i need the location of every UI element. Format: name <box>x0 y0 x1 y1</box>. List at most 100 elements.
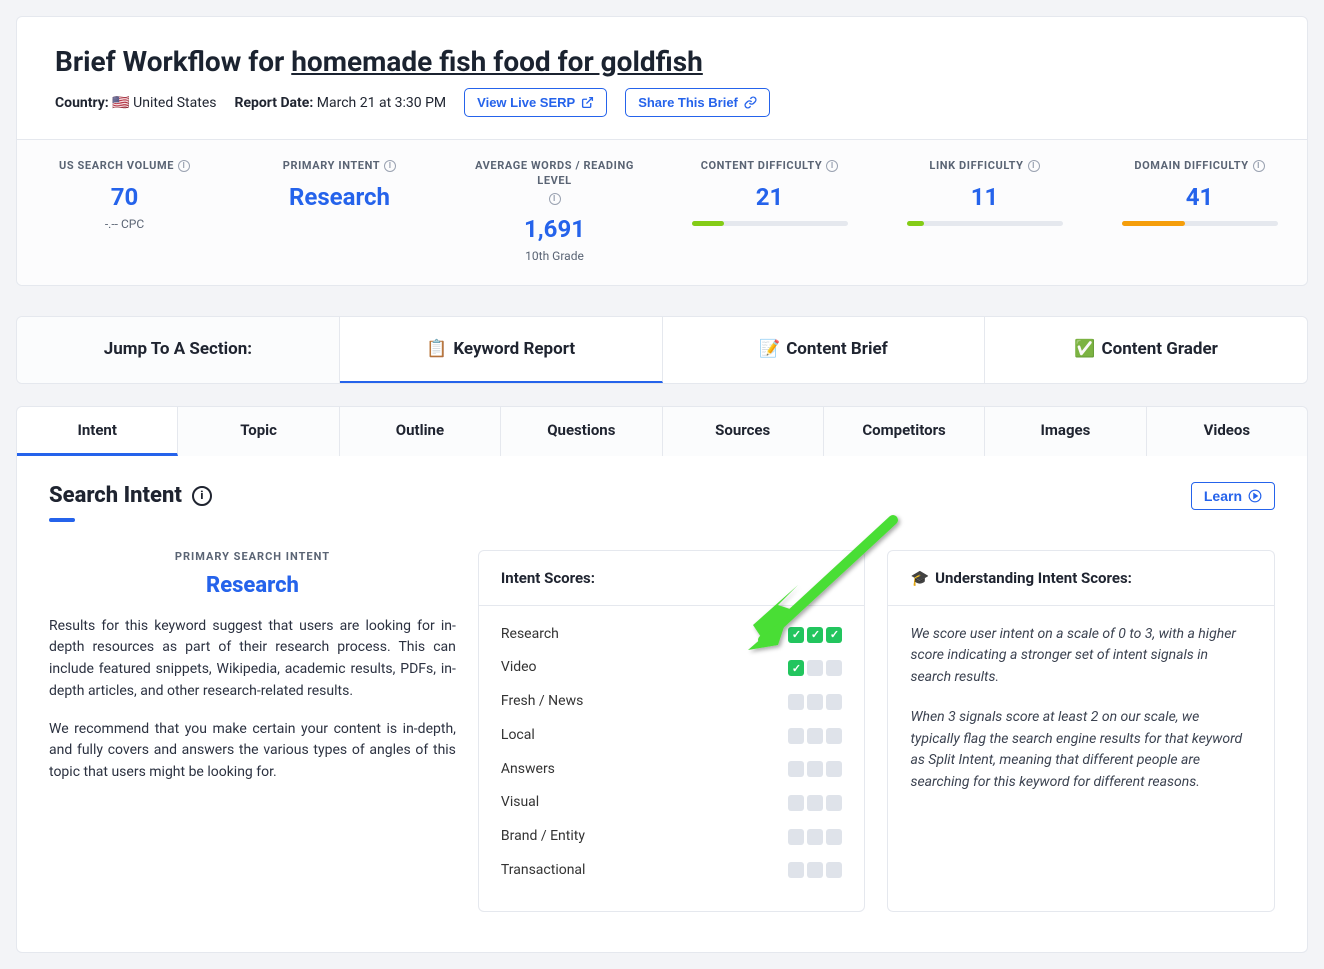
intent-score-name: Brand / Entity <box>501 826 585 848</box>
stat-label: US SEARCH VOLUME i <box>27 158 222 173</box>
title-keyword: homemade fish food for goldfish <box>291 45 703 78</box>
info-icon[interactable]: i <box>549 193 561 205</box>
difficulty-bar <box>1122 221 1278 226</box>
intent-score-row: Visual <box>501 792 843 814</box>
sub-tabs: IntentTopicOutlineQuestionsSourcesCompet… <box>16 406 1308 456</box>
country-label: Country: <box>55 95 109 111</box>
intent-scores-panel: Intent Scores: Research Video Fresh / News… <box>478 550 866 913</box>
score-box <box>826 862 842 878</box>
stat-value: 21 <box>672 183 867 211</box>
info-icon[interactable]: i <box>192 486 212 506</box>
jump-tab[interactable]: 📋Keyword Report <box>340 317 663 383</box>
difficulty-bar <box>692 221 848 226</box>
score-box <box>826 627 842 643</box>
intent-score-row: Video <box>501 657 843 679</box>
sub-tab[interactable]: Intent <box>17 407 178 456</box>
intent-score-row: Fresh / News <box>501 691 843 713</box>
score-boxes <box>788 627 842 643</box>
title-prefix: Brief Workflow for <box>55 45 291 78</box>
report-date-value: March 21 at 3:30 PM <box>317 95 446 111</box>
score-box <box>807 795 823 811</box>
jump-tab[interactable]: 📝Content Brief <box>663 317 986 383</box>
score-box <box>788 795 804 811</box>
intent-score-row: Transactional <box>501 860 843 882</box>
view-live-serp-button[interactable]: View Live SERP <box>464 88 607 117</box>
country-name: United States <box>133 95 216 111</box>
info-icon[interactable]: i <box>1253 160 1265 172</box>
learn-button[interactable]: Learn <box>1191 482 1275 510</box>
score-boxes <box>788 862 842 878</box>
jump-to-section: Jump To A Section:📋Keyword Report📝Conten… <box>16 316 1308 384</box>
sub-tab[interactable]: Topic <box>178 407 339 456</box>
stats-row: US SEARCH VOLUME i 70 -.-- CPC PRIMARY I… <box>17 139 1307 285</box>
stat-value: 41 <box>1102 183 1297 211</box>
search-intent-heading-text: Search Intent <box>49 483 182 508</box>
score-box <box>788 761 804 777</box>
content-area: Search Intent i Learn PRIMARY SEARCH INT… <box>17 456 1307 953</box>
sub-tab[interactable]: Images <box>985 407 1146 456</box>
score-box <box>807 660 823 676</box>
intent-score-row: Research <box>501 624 843 646</box>
jump-tab[interactable]: ✅Content Grader <box>985 317 1307 383</box>
tab-emoji-icon: 📝 <box>759 339 780 359</box>
score-box <box>826 694 842 710</box>
sub-tab[interactable]: Questions <box>501 407 662 456</box>
intent-score-row: Local <box>501 725 843 747</box>
score-boxes <box>788 829 842 845</box>
stat-value: Research <box>242 183 437 211</box>
info-icon[interactable]: i <box>384 160 396 172</box>
intent-score-name: Fresh / News <box>501 691 583 713</box>
score-box <box>807 862 823 878</box>
share-brief-button[interactable]: Share This Brief <box>625 88 770 117</box>
stat-value: 1,691 <box>457 215 652 243</box>
learn-button-label: Learn <box>1204 488 1242 504</box>
intent-score-name: Visual <box>501 792 539 814</box>
understanding-panel: 🎓 Understanding Intent Scores: We score … <box>887 550 1275 913</box>
score-box <box>807 761 823 777</box>
score-box <box>788 694 804 710</box>
sub-tab[interactable]: Competitors <box>824 407 985 456</box>
external-link-icon <box>581 96 594 109</box>
info-icon[interactable]: i <box>1028 160 1040 172</box>
score-box <box>807 829 823 845</box>
intent-scores-body: Research Video Fresh / News Local Answers Vis… <box>479 606 865 912</box>
meta-row: Country: 🇺🇸 United States Report Date: M… <box>55 88 1269 117</box>
intent-score-row: Answers <box>501 759 843 781</box>
stat-label: CONTENT DIFFICULTY i <box>672 158 867 173</box>
stat-value: 70 <box>27 183 222 211</box>
sub-tab[interactable]: Outline <box>340 407 501 456</box>
intent-score-row: Brand / Entity <box>501 826 843 848</box>
sub-tab[interactable]: Videos <box>1147 407 1307 456</box>
tab-emoji-icon: 📋 <box>426 339 447 359</box>
score-box <box>826 660 842 676</box>
stat-cell: DOMAIN DIFFICULTY i 41 <box>1092 140 1307 285</box>
stat-cell: CONTENT DIFFICULTY i 21 <box>662 140 877 285</box>
score-box <box>826 728 842 744</box>
intent-score-name: Video <box>501 657 537 679</box>
primary-intent-column: PRIMARY SEARCH INTENT Research Results f… <box>49 550 456 913</box>
intent-score-name: Answers <box>501 759 555 781</box>
stat-label: LINK DIFFICULTY i <box>887 158 1082 173</box>
intent-score-name: Local <box>501 725 535 747</box>
share-brief-label: Share This Brief <box>638 95 738 110</box>
difficulty-bar <box>907 221 1063 226</box>
score-boxes <box>788 795 842 811</box>
understanding-title: 🎓 Understanding Intent Scores: <box>888 551 1274 606</box>
score-box <box>826 761 842 777</box>
stat-label: DOMAIN DIFFICULTY i <box>1102 158 1297 173</box>
us-flag-icon: 🇺🇸 <box>112 95 129 111</box>
info-icon[interactable]: i <box>826 160 838 172</box>
page-title: Brief Workflow for homemade fish food fo… <box>55 45 1269 78</box>
stat-cell: US SEARCH VOLUME i 70 -.-- CPC <box>17 140 232 285</box>
info-icon[interactable]: i <box>178 160 190 172</box>
understanding-title-text: Understanding Intent Scores: <box>935 569 1132 587</box>
score-boxes <box>788 728 842 744</box>
stat-sub: 10th Grade <box>457 249 652 263</box>
play-circle-icon <box>1248 489 1262 503</box>
stat-cell: AVERAGE WORDS / READING LEVEL i 1,691 10… <box>447 140 662 285</box>
intent-scores-title: Intent Scores: <box>479 551 865 606</box>
score-box <box>788 829 804 845</box>
accent-underline <box>49 518 75 522</box>
sub-tab[interactable]: Sources <box>663 407 824 456</box>
understanding-body: We score user intent on a scale of 0 to … <box>888 606 1274 830</box>
